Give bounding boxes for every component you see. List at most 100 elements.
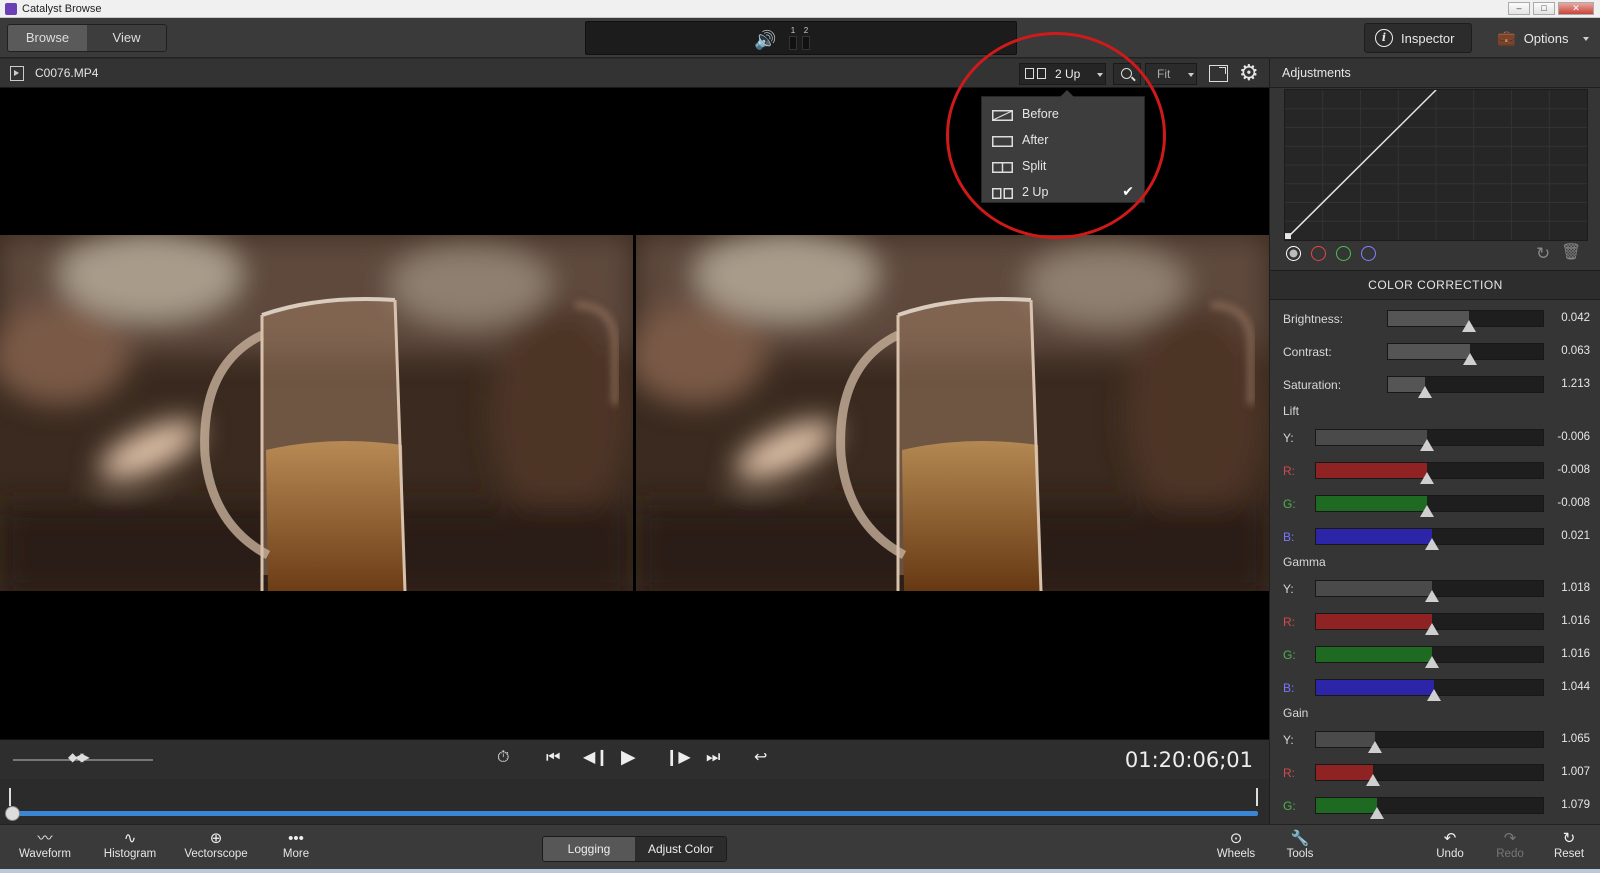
lift-y-slider-thumb[interactable] bbox=[1420, 439, 1435, 451]
channel-blue-button[interactable] bbox=[1361, 246, 1376, 261]
wheels-button[interactable]: ⊙ Wheels bbox=[1216, 829, 1256, 860]
gain-y-label: Y: bbox=[1283, 733, 1294, 747]
trash-icon[interactable]: 🗑 bbox=[1561, 242, 1581, 262]
lift-b-slider[interactable] bbox=[1315, 528, 1544, 550]
saturation-slider-thumb[interactable] bbox=[1418, 386, 1433, 398]
brightness-slider-thumb[interactable] bbox=[1461, 320, 1476, 332]
saturation-slider[interactable] bbox=[1387, 376, 1544, 398]
gamma-y-slider[interactable] bbox=[1315, 580, 1544, 602]
close-button[interactable]: ✕ bbox=[1558, 2, 1594, 15]
gamma-y-slider-fill bbox=[1316, 581, 1432, 596]
more-button[interactable]: ••• More bbox=[276, 829, 316, 860]
histogram-button[interactable]: ∿ Histogram bbox=[101, 829, 159, 860]
lift-g-value: -0.008 bbox=[1557, 497, 1590, 509]
channel-red-button[interactable] bbox=[1311, 246, 1326, 261]
gamma-g-slider-thumb[interactable] bbox=[1424, 656, 1439, 668]
lift-b-slider-thumb[interactable] bbox=[1424, 538, 1439, 550]
loop-icon[interactable]: ↩ bbox=[754, 748, 767, 768]
saturation-label: Saturation: bbox=[1283, 378, 1342, 392]
app-logo-icon bbox=[5, 2, 17, 15]
gain-g-slider-thumb[interactable] bbox=[1370, 807, 1385, 819]
histogram-label: Histogram bbox=[103, 848, 157, 860]
lift-r-slider-fill bbox=[1316, 463, 1428, 478]
gain-y-slider-thumb[interactable] bbox=[1368, 741, 1383, 753]
gain-g-slider-fill bbox=[1316, 798, 1378, 813]
play-icon[interactable]: ▶ bbox=[621, 748, 636, 768]
maximize-button[interactable]: □ bbox=[1533, 2, 1555, 15]
clip-icon[interactable] bbox=[10, 66, 24, 81]
gamma-b-value: 1.044 bbox=[1561, 681, 1590, 693]
more-icon: ••• bbox=[288, 830, 304, 847]
gain-y-slider[interactable] bbox=[1315, 731, 1544, 753]
lift-r-slider-thumb[interactable] bbox=[1420, 472, 1435, 484]
tools-button[interactable]: 🔧 Tools bbox=[1283, 829, 1317, 860]
window-title: Catalyst Browse bbox=[22, 2, 102, 15]
gamma-b-row: B: 1.044 bbox=[1270, 676, 1600, 702]
browse-tab[interactable]: Browse bbox=[8, 25, 87, 51]
expand-icon[interactable] bbox=[1209, 65, 1228, 82]
lift-g-slider-thumb[interactable] bbox=[1420, 505, 1435, 517]
lift-y-slider[interactable] bbox=[1315, 429, 1544, 451]
gear-icon[interactable]: ⚙ bbox=[1239, 62, 1259, 84]
go-to-start-icon[interactable]: ⏮ bbox=[546, 748, 560, 768]
tone-curve[interactable] bbox=[1284, 89, 1588, 241]
lift-g-slider[interactable] bbox=[1315, 495, 1544, 517]
view-tab[interactable]: View bbox=[87, 25, 166, 51]
inspector-button[interactable]: i Inspector bbox=[1364, 23, 1472, 53]
channel-green-button[interactable] bbox=[1336, 246, 1351, 261]
lift-r-slider[interactable] bbox=[1315, 462, 1544, 484]
go-to-end-icon[interactable]: ⏭ bbox=[706, 748, 720, 768]
lift-group-label: Lift bbox=[1283, 404, 1300, 418]
contrast-slider-thumb[interactable] bbox=[1463, 353, 1478, 365]
gain-g-row: G: 1.079 bbox=[1270, 794, 1600, 820]
jog-handle-icon[interactable]: ◆◀▶ bbox=[68, 750, 90, 764]
lift-y-row: Y: -0.006 bbox=[1270, 426, 1600, 452]
playhead[interactable] bbox=[5, 806, 20, 821]
step-back-icon[interactable]: ◀❙ bbox=[583, 748, 609, 768]
options-button[interactable]: 💼 Options bbox=[1486, 23, 1592, 53]
logging-tab[interactable]: Logging bbox=[543, 837, 635, 861]
gain-r-slider-thumb[interactable] bbox=[1365, 774, 1380, 786]
waveform-button[interactable]: 〰 Waveform bbox=[18, 829, 72, 860]
meter-label: 1 bbox=[790, 26, 796, 35]
gamma-b-slider-thumb[interactable] bbox=[1427, 689, 1442, 701]
lift-g-label: G: bbox=[1283, 497, 1296, 511]
os-taskbar bbox=[0, 869, 1600, 873]
minimize-button[interactable]: – bbox=[1508, 2, 1530, 15]
timeline-bar[interactable] bbox=[12, 811, 1258, 816]
gain-r-slider[interactable] bbox=[1315, 764, 1544, 786]
gamma-b-slider-fill bbox=[1316, 680, 1435, 695]
gain-y-slider-fill bbox=[1316, 732, 1376, 747]
gamma-g-slider[interactable] bbox=[1315, 646, 1544, 668]
contrast-slider[interactable] bbox=[1387, 343, 1544, 365]
adjust-color-tab[interactable]: Adjust Color bbox=[635, 837, 727, 861]
undo-label: Undo bbox=[1436, 848, 1464, 860]
audio-meter-1: 1 bbox=[788, 26, 798, 52]
gain-g-slider[interactable] bbox=[1315, 797, 1544, 819]
gamma-b-label: B: bbox=[1283, 681, 1295, 695]
channel-all-button[interactable] bbox=[1286, 246, 1301, 261]
timeline-scrubber[interactable] bbox=[0, 779, 1269, 824]
zoom-select[interactable]: Fit bbox=[1145, 63, 1197, 85]
vectorscope-icon: ⊕ bbox=[209, 830, 223, 847]
undo-button[interactable]: ↶ Undo bbox=[1433, 829, 1467, 860]
tools-label: Tools bbox=[1286, 848, 1314, 860]
in-point-marker[interactable] bbox=[9, 788, 11, 806]
gamma-r-slider-thumb[interactable] bbox=[1424, 623, 1439, 635]
gamma-g-row: G: 1.016 bbox=[1270, 643, 1600, 669]
saturation-row: Saturation: 1.213 bbox=[1270, 373, 1600, 399]
reset-icon: ↻ bbox=[1562, 830, 1576, 847]
gamma-y-slider-thumb[interactable] bbox=[1424, 590, 1439, 602]
vectorscope-button[interactable]: ⊕ Vectorscope bbox=[184, 829, 248, 860]
brightness-slider[interactable] bbox=[1387, 310, 1544, 332]
reset-curve-icon[interactable]: ↻ bbox=[1536, 244, 1550, 264]
timer-icon[interactable]: ⏱ bbox=[497, 748, 509, 768]
redo-button[interactable]: ↷ Redo bbox=[1493, 829, 1527, 860]
reset-button[interactable]: ↻ Reset bbox=[1552, 829, 1586, 860]
step-forward-icon[interactable]: ❙▶ bbox=[665, 748, 691, 768]
vectorscope-label: Vectorscope bbox=[184, 848, 248, 860]
gamma-r-slider[interactable] bbox=[1315, 613, 1544, 635]
out-point-marker[interactable] bbox=[1256, 788, 1258, 806]
speaker-icon[interactable]: 🔊 bbox=[754, 30, 776, 51]
gamma-b-slider[interactable] bbox=[1315, 679, 1544, 701]
